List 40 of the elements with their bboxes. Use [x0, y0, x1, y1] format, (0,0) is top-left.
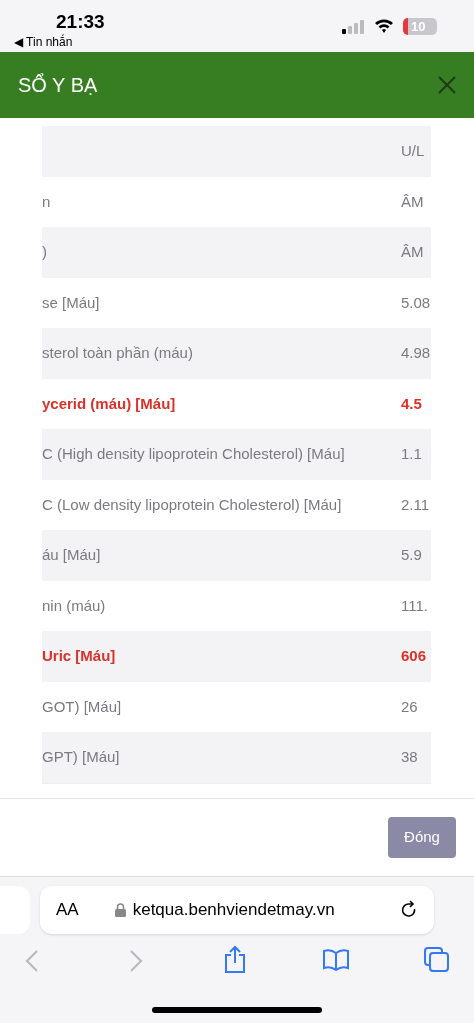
result-value: 4.98 — [401, 343, 431, 363]
address-bar[interactable]: AA ketqua.benhviendetmay.vn — [40, 886, 434, 934]
test-name: GPT) [Máu] — [42, 747, 121, 767]
test-name: C (High density lipoprotein Cholesterol) [Máu] — [42, 444, 346, 464]
test-name: nin (máu) — [42, 595, 107, 616]
result-value: 26 — [401, 696, 418, 717]
result-value: 606 — [401, 646, 427, 666]
result-value: 1.1 — [401, 444, 422, 464]
clock-time: 21:33 — [56, 10, 105, 34]
url-text: ketqua.benhviendetmay.vn — [132, 899, 335, 922]
test-name: Uric [Máu] — [42, 646, 117, 666]
share-icon[interactable] — [224, 945, 246, 973]
result-value: ÂM — [401, 191, 424, 212]
test-name: se [Máu] — [42, 292, 101, 313]
wifi-icon — [374, 18, 394, 34]
result-value: 5.08 — [401, 292, 431, 313]
result-value: 38 — [401, 747, 418, 767]
close-icon[interactable] — [438, 76, 456, 94]
result-value: 4.5 — [401, 393, 422, 414]
test-name: áu [Máu] — [42, 545, 102, 565]
back-link[interactable]: ◀ Tin nhắn — [14, 33, 73, 51]
result-value: 5.9 — [401, 545, 422, 565]
tabs-icon[interactable] — [424, 947, 449, 972]
signal-icon — [342, 20, 364, 34]
result-value: 2.11 — [401, 494, 430, 515]
result-value: 111. — [401, 595, 428, 616]
text-size-button[interactable]: AA — [56, 897, 79, 923]
test-name: GOT) [Máu] — [42, 696, 123, 717]
reload-icon[interactable] — [400, 900, 418, 920]
result-value: U/L — [401, 141, 425, 161]
lock-icon — [114, 903, 126, 917]
result-value: ÂM — [401, 242, 424, 262]
test-name: ycerid (máu) [Máu] — [42, 393, 177, 414]
book-icon[interactable] — [322, 949, 350, 971]
test-name: n — [42, 191, 52, 212]
test-name: ) — [42, 242, 48, 262]
dialog-title: SỔ Y BẠ — [18, 72, 98, 98]
battery-fill — [403, 18, 408, 35]
test-name: C (Low density lipoprotein Cholesterol) [Máu] — [42, 494, 343, 515]
test-name: sterol toàn phần (máu) — [42, 343, 194, 363]
